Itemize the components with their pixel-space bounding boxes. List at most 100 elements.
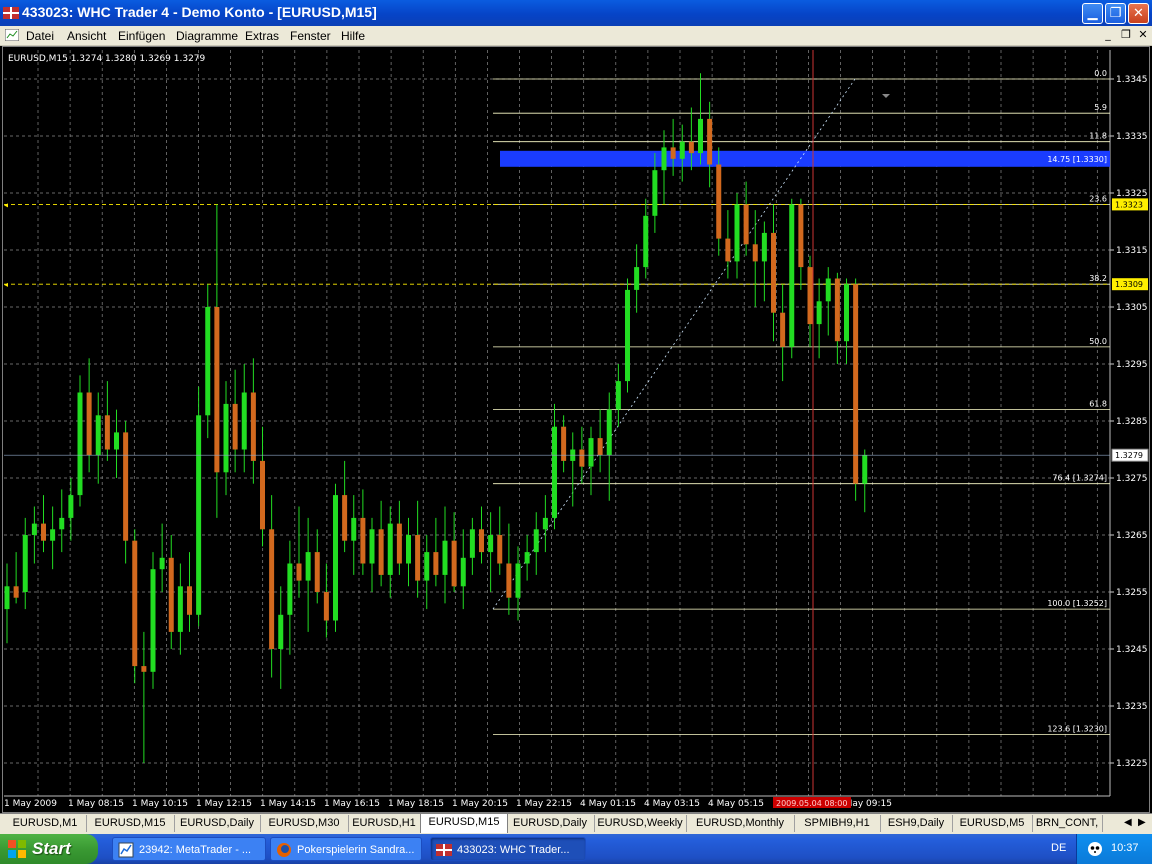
price-label: 1.3255 <box>1116 588 1148 598</box>
price-chart[interactable]: 1.3345 1.3335 1.3325 1.3315 1.3305 1.3295 1.32… <box>0 46 1152 813</box>
fib-level-label: 23.6 <box>1089 194 1107 203</box>
candle-body <box>187 586 192 615</box>
candle-body <box>260 460 265 530</box>
menu-diagramme[interactable]: Diagramme <box>176 29 238 43</box>
candle-body <box>77 392 83 496</box>
menu-hilfe[interactable]: Hilfe <box>341 29 365 43</box>
chart-tab[interactable]: EURUSD,Daily <box>174 815 261 832</box>
candle-body <box>342 495 348 541</box>
candle-body <box>707 118 713 165</box>
candlestick-series <box>4 73 868 763</box>
candle-body <box>561 426 567 461</box>
candle-body <box>196 415 202 615</box>
current-price-label: 1.3279 <box>1115 451 1143 460</box>
candle-body <box>333 495 338 621</box>
candle-body <box>853 284 859 484</box>
candle-body <box>323 592 329 621</box>
candle-body <box>95 415 101 456</box>
candle-body <box>223 403 229 473</box>
mdi-restore-button[interactable]: ❐ <box>1119 28 1133 42</box>
chart-shift-marker-icon <box>882 94 890 98</box>
chart-tab[interactable]: ESH9,Daily <box>880 815 953 832</box>
language-indicator[interactable]: DE <box>1051 842 1066 854</box>
taskbar-item-whc-trader[interactable]: 433023: WHC Trader... <box>430 837 586 861</box>
candle-body <box>13 586 19 598</box>
yellow-price-tag-label: 1.3309 <box>1115 280 1143 289</box>
fib-level-label: 38.2 <box>1089 274 1107 283</box>
time-label: 1 May 16:15 <box>324 799 380 809</box>
candle-body <box>743 204 749 245</box>
chart-tab[interactable]: EURUSD,Monthly <box>686 815 795 832</box>
system-tray: 10:37 <box>1076 834 1152 864</box>
chart-tab[interactable]: EURUSD,Daily <box>506 815 595 832</box>
tabs-scroll-left-icon[interactable]: ◀ <box>1124 817 1132 828</box>
fib-level-label: 76.4 [1.3274] <box>1052 474 1107 483</box>
menu-einfuegen[interactable]: Einfügen <box>118 29 165 43</box>
fibonacci-retracement: 0.0 5.9 11.8 23.6 38.2 50.0 61.8 76.4 [1.3274] 1… <box>4 69 1148 735</box>
maximize-button[interactable]: ❐ <box>1105 3 1126 24</box>
candle-body <box>725 238 731 262</box>
candle-body <box>287 563 293 615</box>
candle-body <box>533 529 539 553</box>
candle-body <box>433 552 439 575</box>
level-marker-icon: ◂ <box>4 280 8 289</box>
candle-body <box>168 557 174 632</box>
time-label: 4 May 03:15 <box>644 799 700 809</box>
candle-body <box>241 392 247 450</box>
candle-body <box>378 529 384 575</box>
candle-body <box>634 267 640 290</box>
chart-tab[interactable]: SPMIBH9,H1 <box>794 815 881 832</box>
whc-trader-icon <box>436 844 452 856</box>
candle-body <box>296 563 302 581</box>
chart-tab[interactable]: EURUSD,M1 <box>4 815 87 832</box>
candle-body <box>59 517 65 530</box>
fib-highlight-label: 14.75 [1.3330] <box>1047 155 1107 164</box>
chart-tab[interactable]: EURUSD,M15 <box>420 813 508 833</box>
mdi-close-button[interactable]: ✕ <box>1136 28 1150 42</box>
time-label: 4 May 01:15 <box>580 799 636 809</box>
price-label: 1.3305 <box>1116 303 1148 313</box>
time-label: 1 May 10:15 <box>132 799 188 809</box>
chart-tab[interactable]: EURUSD,M30 <box>260 815 349 832</box>
taskbar-item-firefox[interactable]: Pokerspielerin Sandra... <box>270 837 422 861</box>
time-label: 1 May 20:15 <box>452 799 508 809</box>
candle-body <box>798 204 804 268</box>
chart-tab[interactable]: EURUSD,M5 <box>952 815 1033 832</box>
close-button[interactable]: ✕ <box>1128 3 1149 24</box>
windows-logo-icon <box>8 840 26 858</box>
chart-tab[interactable]: EURUSD,H1 <box>348 815 421 832</box>
mdi-minimize-button[interactable]: _ <box>1101 28 1115 42</box>
yellow-price-tag-label: 1.3323 <box>1115 200 1143 209</box>
taskbar-item-metatrader[interactable]: 23942: MetaTrader - ... <box>112 837 266 861</box>
panda-tray-icon[interactable] <box>1087 841 1103 857</box>
candle-body <box>606 409 612 456</box>
price-label: 1.3265 <box>1116 531 1148 541</box>
chart-app-icon <box>118 842 134 858</box>
fib-level-label: 123.6 [1.3230] <box>1047 725 1107 734</box>
candle-body <box>22 535 28 592</box>
candle-body <box>615 381 621 410</box>
menu-extras[interactable]: Extras <box>245 29 279 43</box>
candle-body <box>716 164 722 239</box>
tabs-scroll-right-icon[interactable]: ▶ <box>1138 817 1146 828</box>
candle-body <box>415 535 421 581</box>
chart-tab[interactable]: BRN_CONT, <box>1032 815 1103 832</box>
menu-bar: Datei Ansicht Einfügen Diagramme Extras … <box>0 26 1152 46</box>
menu-fenster[interactable]: Fenster <box>290 29 331 43</box>
candle-body <box>497 535 503 564</box>
chart-window-icon[interactable] <box>5 29 19 41</box>
candle-body <box>369 529 375 564</box>
candle-body <box>588 438 594 467</box>
menu-datei[interactable]: Datei <box>26 29 54 43</box>
fib-level-label: 61.8 <box>1089 400 1107 409</box>
chart-tab[interactable]: EURUSD,Weekly <box>594 815 687 832</box>
fib-highlight-band <box>500 150 1110 167</box>
minimize-button[interactable]: ▁ <box>1082 3 1103 24</box>
fib-level-label: 0.0 <box>1094 69 1107 78</box>
start-button[interactable]: Start <box>0 834 98 864</box>
menu-ansicht[interactable]: Ansicht <box>67 29 106 43</box>
candle-body <box>734 204 740 262</box>
taskbar-item-label: Pokerspielerin Sandra... <box>297 844 415 856</box>
chart-tab[interactable]: EURUSD,M15 <box>86 815 175 832</box>
firefox-icon <box>277 843 291 857</box>
